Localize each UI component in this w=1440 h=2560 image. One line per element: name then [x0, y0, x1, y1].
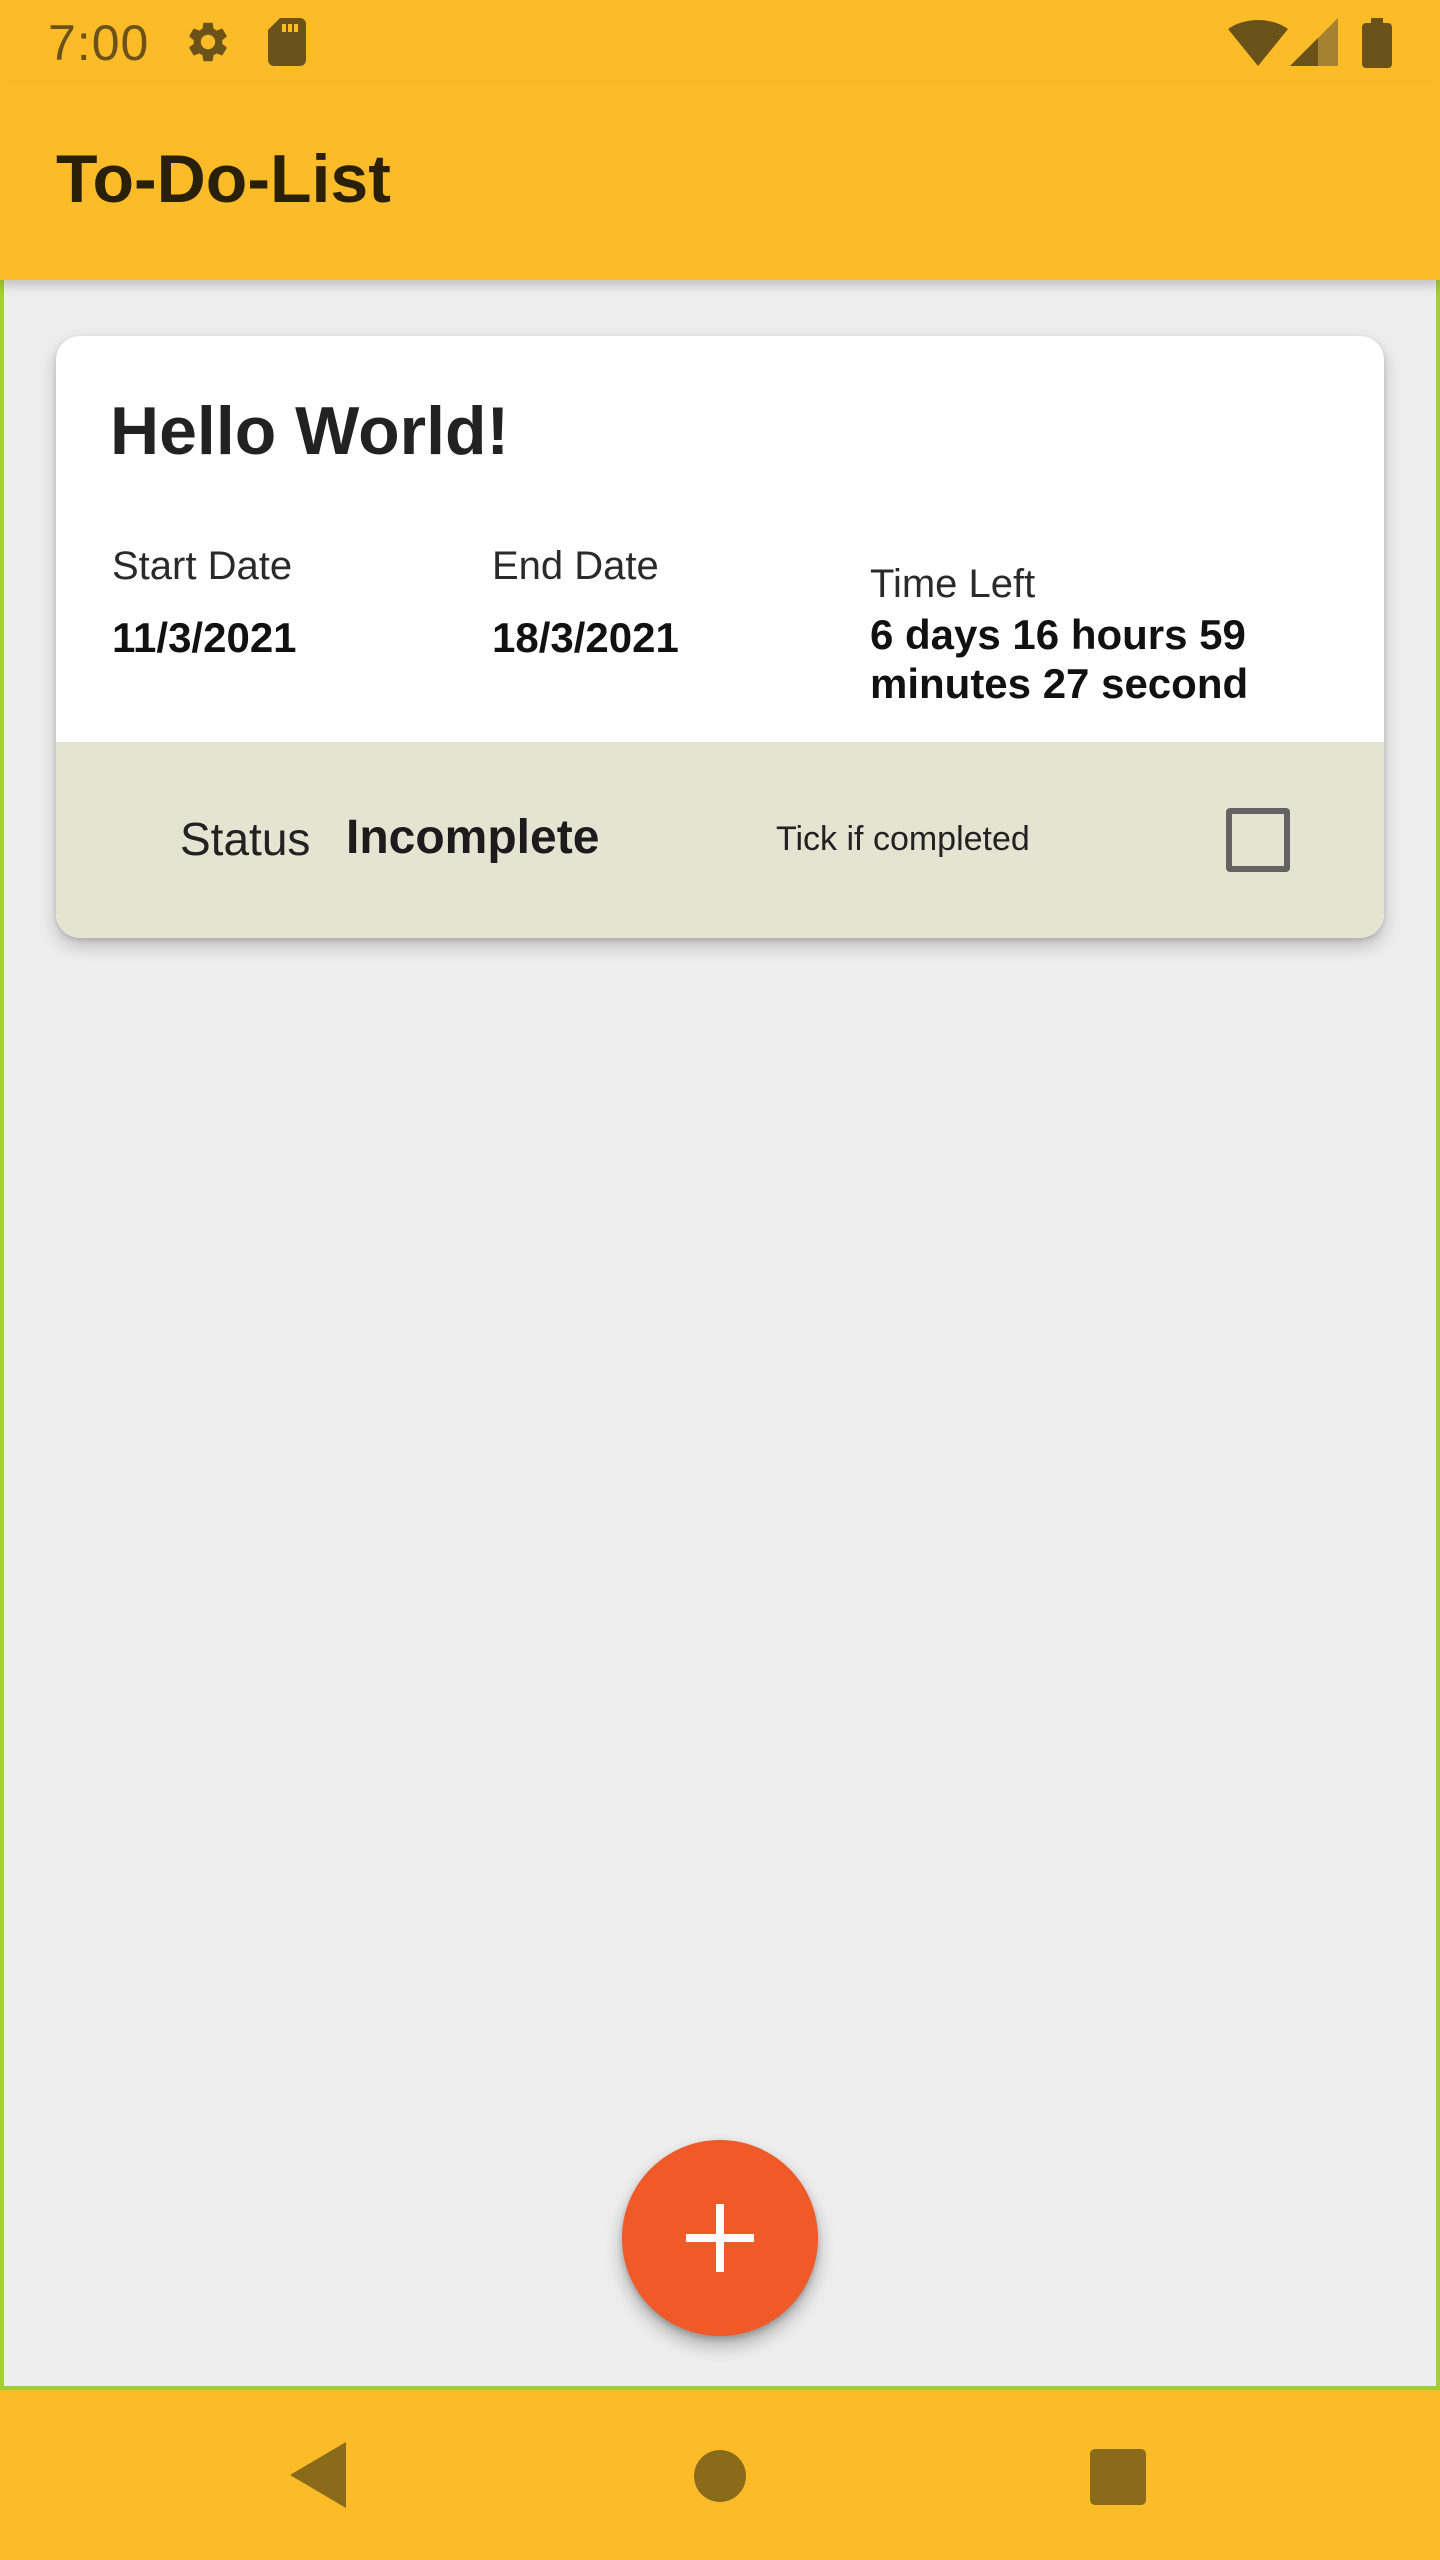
start-date-value: 11/3/2021 [112, 614, 297, 661]
app-bar: To-Do-List [0, 84, 1440, 280]
time-left-value: 6 days 16 hours 59 minutes 27 second [870, 611, 1249, 707]
status-time: 7:00 [48, 15, 150, 71]
back-icon[interactable] [290, 2442, 346, 2508]
task-card[interactable]: Hello World! Start Date 11/3/2021 End Da… [56, 336, 1384, 938]
sd-card-icon [268, 18, 306, 66]
plus-icon [686, 2204, 754, 2272]
frame-right [1436, 84, 1440, 2390]
frame-left [0, 84, 4, 2390]
status-value: Incomplete [346, 811, 600, 864]
task-title: Hello World! [110, 393, 510, 469]
completed-checkbox[interactable] [1226, 808, 1290, 872]
gear-icon [189, 22, 227, 62]
time-left-label: Time Left [870, 562, 1036, 606]
end-date-label: End Date [492, 544, 659, 588]
card-footer: Status Incomplete Tick if completed [56, 742, 1384, 938]
status-label: Status [180, 813, 311, 865]
status-bar: 7:00 [0, 0, 1440, 84]
wifi-icon [1228, 20, 1288, 66]
home-icon[interactable] [694, 2450, 746, 2502]
app-title: To-Do-List [56, 141, 391, 217]
recents-icon[interactable] [1090, 2449, 1146, 2505]
end-date-value: 18/3/2021 [492, 614, 679, 661]
start-date-label: Start Date [112, 544, 293, 588]
signal-icon [1290, 18, 1338, 66]
add-task-button[interactable] [622, 2140, 818, 2336]
tick-label: Tick if completed [776, 820, 1030, 858]
battery-icon [1362, 18, 1392, 68]
